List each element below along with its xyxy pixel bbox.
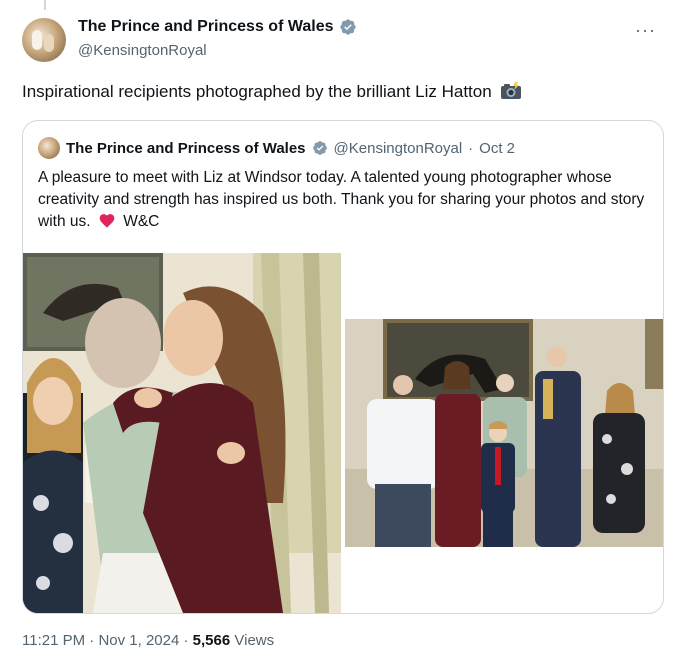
views-label: Views — [234, 632, 275, 649]
separator-dot: · — [89, 632, 95, 649]
separator-dot: · — [183, 632, 189, 649]
author-name[interactable]: The Prince and Princess of Wales — [78, 18, 334, 36]
post-header: The Prince and Princess of Wales @Kensin… — [22, 16, 672, 64]
author-name-row: The Prince and Princess of Wales — [78, 18, 357, 36]
views-count: 5,566 — [192, 632, 231, 649]
quoted-post-text: A pleasure to meet with Liz at Windsor t… — [38, 167, 650, 233]
thread-connector-line — [44, 0, 46, 10]
camera-flash-icon — [501, 82, 522, 99]
post-text-body: Inspirational recipients photographed by… — [22, 82, 492, 101]
quoted-author-handle: @KensingtonRoyal — [333, 139, 463, 157]
post-metadata: 11:21 PM · Nov 1, 2024 · 5,566 Views — [22, 632, 274, 649]
separator-dot: · — [468, 139, 474, 157]
more-options-icon[interactable]: ··· — [635, 20, 656, 41]
quoted-post-date: Oct 2 — [479, 139, 516, 157]
photo-hug[interactable] — [23, 253, 341, 613]
quoted-author-name: The Prince and Princess of Wales — [66, 139, 306, 157]
quoted-text-signature: W&C — [123, 213, 160, 230]
verified-badge-icon[interactable] — [339, 18, 357, 36]
photo-group[interactable] — [345, 319, 663, 547]
author-avatar[interactable] — [22, 18, 66, 62]
quoted-post-header: The Prince and Princess of Wales @Kensin… — [38, 137, 515, 159]
post-text: Inspirational recipients photographed by… — [22, 82, 522, 102]
verified-badge-icon — [312, 141, 327, 155]
red-heart-icon — [99, 214, 115, 228]
author-handle[interactable]: @KensingtonRoyal — [78, 42, 207, 59]
post-date[interactable]: Nov 1, 2024 — [98, 632, 179, 649]
post-time[interactable]: 11:21 PM — [22, 632, 85, 649]
quoted-author-avatar — [38, 137, 60, 159]
quoted-post-card[interactable]: The Prince and Princess of Wales @Kensin… — [22, 120, 664, 614]
